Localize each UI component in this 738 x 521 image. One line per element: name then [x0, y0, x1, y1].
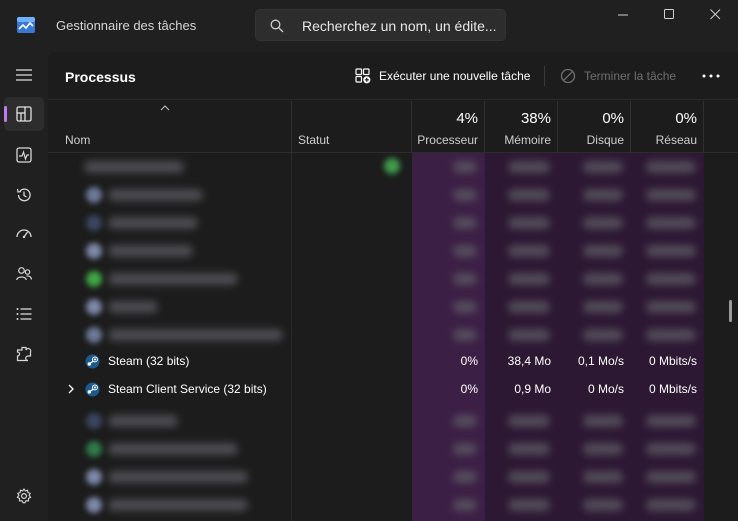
process-name: Steam (32 bits) — [108, 354, 190, 368]
sidebar-item-performances[interactable] — [4, 138, 44, 172]
end-task-button[interactable]: Terminer la tâche — [560, 63, 676, 89]
close-button[interactable] — [692, 0, 738, 30]
disk-total-percent: 0% — [602, 110, 624, 127]
column-label-disk: Disque — [586, 133, 624, 147]
table-row-blurred[interactable] — [48, 237, 738, 265]
maximize-button[interactable] — [646, 0, 692, 30]
cpu-cell: 0% — [460, 354, 478, 368]
new-task-label: Exécuter une nouvelle tâche — [379, 69, 531, 83]
close-icon — [710, 9, 721, 20]
minimize-icon — [618, 14, 628, 16]
steam-icon — [85, 382, 100, 397]
more-dots-icon — [702, 74, 720, 78]
end-task-label: Terminer la tâche — [584, 69, 677, 83]
menu-icon — [16, 69, 32, 81]
search-icon — [270, 19, 284, 33]
more-options-button[interactable] — [696, 66, 726, 86]
column-header-status[interactable]: Statut — [292, 101, 412, 153]
new-task-button[interactable]: Exécuter une nouvelle tâche — [355, 63, 530, 89]
page-title: Processus — [65, 69, 136, 85]
task-manager-logo-icon — [17, 17, 35, 33]
sidebar-item-services[interactable] — [4, 337, 44, 371]
vertical-scrollbar-thumb[interactable] — [729, 300, 732, 322]
sidebar-item-demarrage[interactable] — [4, 217, 44, 251]
disk-cell: 0 Mo/s — [587, 382, 624, 396]
table-row-blurred[interactable] — [48, 153, 738, 181]
search-box[interactable]: Recherchez un nom, un édite... — [255, 9, 506, 41]
column-label-name: Nom — [65, 133, 91, 147]
toolbar-divider — [544, 66, 545, 86]
sidebar-item-details[interactable] — [4, 297, 44, 331]
sidebar-item-processus[interactable] — [4, 97, 44, 131]
table-row-blurred[interactable] — [48, 463, 738, 491]
table-row-blurred[interactable] — [48, 209, 738, 237]
memory-cell: 38,4 Mo — [507, 354, 551, 368]
table-row-steam[interactable]: Steam (32 bits) 0% 38,4 Mo 0,1 Mo/s 0 Mb… — [48, 347, 738, 375]
table-row-blurred[interactable] — [48, 407, 738, 435]
details-icon — [16, 308, 32, 320]
network-cell: 0 Mbits/s — [648, 354, 697, 368]
maximize-icon — [664, 9, 674, 19]
column-header-row: Nom Statut 4% Processeur 38% Mémoire 0% … — [48, 101, 738, 153]
table-row-blurred[interactable] — [48, 435, 738, 463]
table-row-blurred[interactable] — [48, 181, 738, 209]
performance-icon — [16, 147, 32, 163]
users-icon — [16, 267, 32, 281]
processes-icon — [16, 106, 32, 122]
startup-icon — [16, 229, 32, 239]
sidebar-item-utilisateurs[interactable] — [4, 257, 44, 291]
memory-cell: 0,9 Mo — [514, 382, 551, 396]
network-cell: 0 Mbits/s — [648, 382, 697, 396]
prohibited-icon — [560, 68, 576, 84]
table-row-blurred[interactable] — [48, 491, 738, 519]
table-row-steam-client-service[interactable]: Steam Client Service (32 bits) 0% 0,9 Mo… — [48, 375, 738, 403]
cpu-total-percent: 4% — [456, 110, 478, 127]
services-icon — [16, 346, 32, 362]
settings-icon — [16, 488, 32, 504]
column-header-disk[interactable]: 0% Disque — [558, 101, 631, 153]
sidebar — [0, 52, 48, 521]
column-header-name[interactable]: Nom — [48, 101, 292, 153]
steam-icon — [85, 354, 100, 369]
column-header-network[interactable]: 0% Réseau — [631, 101, 704, 153]
process-name: Steam Client Service (32 bits) — [108, 382, 267, 396]
cpu-cell: 0% — [460, 382, 478, 396]
table-row-blurred[interactable] — [48, 265, 738, 293]
sidebar-menu-button[interactable] — [4, 58, 44, 92]
search-input[interactable]: Recherchez un nom, un édite... — [302, 18, 497, 34]
toolbar: Processus Exécuter une nouvelle tâche Te… — [48, 52, 738, 100]
title-bar: Gestionnaire des tâches Recherchez un no… — [0, 0, 738, 52]
minimize-button[interactable] — [600, 0, 646, 30]
process-list: Steam (32 bits) 0% 38,4 Mo 0,1 Mo/s 0 Mb… — [48, 153, 738, 521]
sidebar-item-parametres[interactable] — [4, 479, 44, 513]
memory-total-percent: 38% — [520, 110, 551, 127]
network-total-percent: 0% — [675, 110, 697, 127]
main-panel: Processus Exécuter une nouvelle tâche Te… — [48, 52, 738, 521]
column-label-memory: Mémoire — [504, 133, 551, 147]
column-header-memory[interactable]: 38% Mémoire — [485, 101, 558, 153]
column-header-cpu[interactable]: 4% Processeur — [412, 101, 485, 153]
column-label-network: Réseau — [655, 133, 697, 147]
app-title: Gestionnaire des tâches — [56, 18, 197, 33]
table-row-blurred[interactable] — [48, 321, 738, 349]
chevron-right-icon[interactable] — [67, 384, 75, 394]
column-label-cpu: Processeur — [417, 133, 478, 147]
column-label-status: Statut — [298, 133, 330, 147]
new-task-icon — [355, 68, 371, 84]
table-row-blurred[interactable] — [48, 293, 738, 321]
disk-cell: 0,1 Mo/s — [577, 354, 624, 368]
history-icon — [16, 188, 31, 202]
sort-ascending-icon — [160, 105, 170, 111]
sidebar-item-historique[interactable] — [4, 178, 44, 212]
